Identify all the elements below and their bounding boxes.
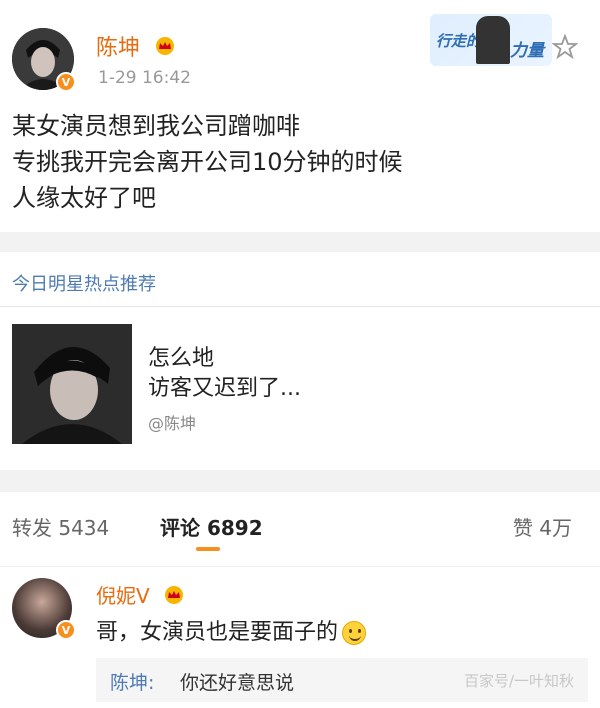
divider-line (0, 306, 600, 307)
post-body-line: 专挑我开完会离开公司10分钟的时候 (12, 148, 403, 176)
recommendation-card[interactable]: 怎么地 访客又迟到了... @陈坤 (12, 324, 588, 448)
verified-badge-icon: V (56, 620, 76, 640)
post-body: 某女演员想到我公司蹭咖啡 专挑我开完会离开公司10分钟的时候 人缘太好了吧 (12, 108, 588, 216)
crown-icon (153, 36, 177, 62)
recommendation-header[interactable]: 今日明星热点推荐 (12, 270, 156, 296)
verified-badge-icon: V (56, 72, 76, 92)
commenter-name[interactable]: 倪妮V (96, 580, 186, 610)
reply-text: 你还好意思说 (180, 672, 295, 694)
active-tab-indicator (196, 547, 220, 551)
campaign-badge-text1: 行走的 (436, 32, 482, 50)
author-name-text[interactable]: 陈坤 (96, 36, 140, 61)
author-name[interactable]: 陈坤 (96, 30, 177, 62)
recommendation-title: 怎么地 (148, 346, 215, 371)
post-header: V 陈坤 1-29 16:42 行走的 力量 (0, 0, 600, 100)
crown-icon (162, 585, 186, 610)
comment-item: V 倪妮V 哥，女演员也是要面子的 陈坤: 你还好意思说 百家号/一叶知秋 (0, 572, 600, 708)
smile-emoji-icon (342, 621, 367, 645)
divider-line (0, 566, 600, 567)
comment-text-content: 哥，女演员也是要面子的 (96, 620, 339, 645)
campaign-badge-text2: 力量 (510, 41, 544, 61)
section-divider (0, 470, 600, 492)
tab-like[interactable]: 赞 4万 (513, 512, 572, 541)
campaign-badge[interactable]: 行走的 力量 (430, 14, 552, 66)
reply-author[interactable]: 陈坤: (110, 668, 154, 695)
comment-text: 哥，女演员也是要面子的 (96, 614, 367, 646)
watermark: 百家号/一叶知秋 (463, 672, 574, 690)
post-body-line: 某女演员想到我公司蹭咖啡 (12, 112, 300, 140)
recommendation-thumbnail[interactable] (12, 324, 132, 444)
tab-repost[interactable]: 转发 5434 (12, 512, 109, 541)
recommendation-mention[interactable]: @陈坤 (148, 410, 196, 434)
commenter-name-text[interactable]: 倪妮V (96, 584, 150, 608)
star-favorite-icon[interactable] (551, 33, 579, 60)
section-divider (0, 232, 600, 252)
action-tabs: 转发 5434 评论 6892 赞 4万 (0, 500, 600, 556)
tab-comment[interactable]: 评论 6892 (160, 512, 263, 541)
campaign-badge-person-image (476, 16, 510, 64)
reply-box[interactable]: 陈坤: 你还好意思说 百家号/一叶知秋 (96, 658, 588, 702)
recommendation-subtitle: 访客又迟到了... (148, 376, 301, 401)
post-timestamp: 1-29 16:42 (98, 68, 191, 88)
post-body-line: 人缘太好了吧 (12, 184, 156, 212)
